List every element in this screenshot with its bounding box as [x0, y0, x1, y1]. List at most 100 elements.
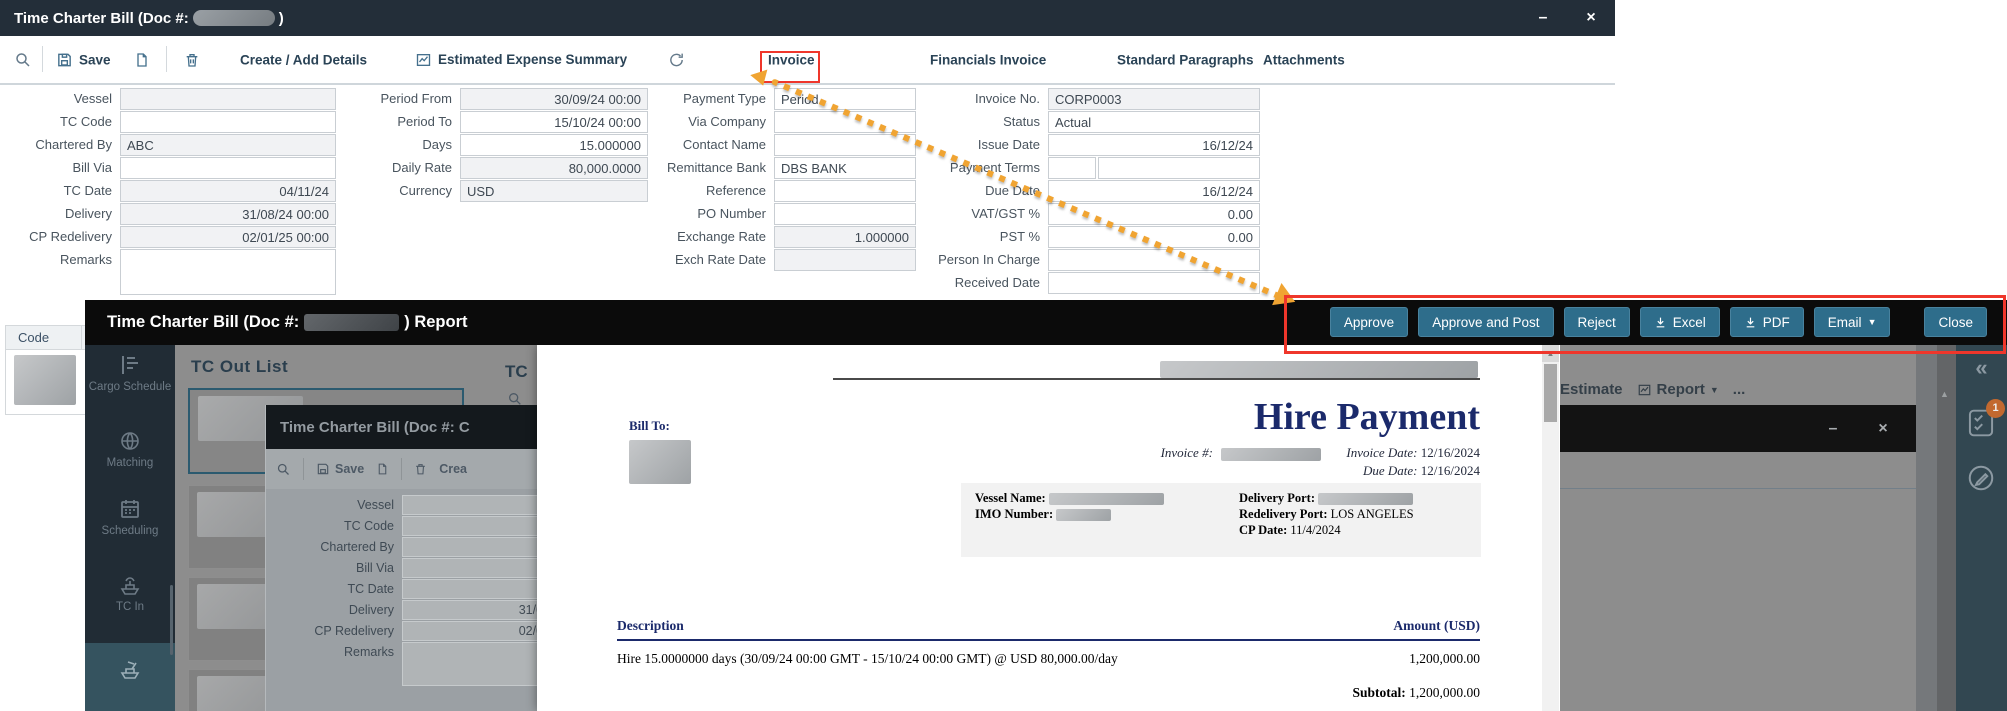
issue-date-field[interactable]: 16/12/24 [1048, 134, 1260, 156]
tab-invoice[interactable]: Invoice [768, 52, 815, 67]
inner-tc-code-field[interactable] [402, 516, 537, 536]
tab-estimate[interactable]: Estimate [1560, 381, 1623, 398]
inner-bill-via-label: Bill Via [266, 558, 402, 578]
remarks-label: Remarks [0, 249, 120, 295]
search-icon[interactable] [14, 51, 32, 69]
period-to-field[interactable]: 15/10/24 00:00 [460, 111, 648, 133]
line-items-header: Description Amount (USD) [617, 618, 1480, 634]
remarks-field[interactable] [120, 249, 336, 295]
refresh-icon[interactable] [668, 51, 685, 68]
sidebar-item-tc-in[interactable]: TC In [85, 573, 175, 614]
inner-create-label[interactable]: Crea [439, 462, 467, 476]
redacted-bill-to-address [629, 440, 691, 484]
minimize-button[interactable]: – [1528, 0, 1558, 36]
po-number-field[interactable] [774, 203, 916, 225]
close-button[interactable]: × [1576, 0, 1606, 36]
days-field[interactable]: 15.000000 [460, 134, 648, 156]
bill-via-field[interactable] [120, 157, 336, 179]
remittance-bank-field[interactable]: DBS BANK [774, 157, 916, 179]
search-icon[interactable] [276, 462, 291, 477]
inner-save-button[interactable]: Save [316, 462, 364, 476]
sidebar-item-scheduling[interactable]: Scheduling [85, 497, 175, 538]
background-scrollbar[interactable]: ▲ [1937, 345, 1956, 711]
inner-chartered-by-field[interactable] [402, 537, 537, 557]
email-dropdown-button[interactable]: Email ▼ [1814, 307, 1891, 337]
tab-financials-invoice[interactable]: Financials Invoice [930, 52, 1046, 67]
payment-terms-field-1[interactable] [1048, 157, 1096, 179]
exchange-rate-label: Exchange Rate [660, 226, 774, 248]
chartered-by-field[interactable]: ABC [120, 134, 336, 156]
close-button[interactable]: × [1868, 405, 1898, 452]
pdf-download-button[interactable]: PDF [1730, 307, 1804, 337]
new-document-icon[interactable] [134, 51, 150, 68]
inner-remarks-field[interactable] [402, 642, 537, 686]
exch-rate-date-label: Exch Rate Date [660, 249, 774, 271]
bill-via-label: Bill Via [0, 157, 120, 179]
vat-gst-field[interactable]: 0.00 [1048, 203, 1260, 225]
estimated-expense-summary-button[interactable]: Estimated Expense Summary [415, 52, 627, 68]
reject-button[interactable]: Reject [1564, 307, 1630, 337]
sidebar-item-tc-out[interactable] [85, 643, 175, 711]
via-company-field[interactable] [774, 111, 916, 133]
daily-rate-field[interactable]: 80,000.0000 [460, 157, 648, 179]
edit-circle-icon[interactable] [1966, 463, 1996, 493]
collapse-panel-icon[interactable]: « [1956, 355, 2007, 381]
payment-type-field[interactable]: Period [774, 88, 916, 110]
inner-chartered-by-label: Chartered By [266, 537, 402, 557]
delivery-field[interactable]: 31/08/24 00:00 [120, 203, 336, 225]
scroll-up-icon[interactable]: ▲ [1940, 389, 1949, 399]
cp-redelivery-field[interactable]: 02/01/25 00:00 [120, 226, 336, 248]
code-column-header[interactable]: Code [6, 326, 82, 349]
inner-vessel-field[interactable] [402, 495, 537, 515]
payment-terms-field-2[interactable] [1098, 157, 1260, 179]
vessel-field[interactable] [120, 88, 336, 110]
chevron-down-icon: ▼ [1868, 317, 1877, 327]
minimize-button[interactable]: – [1818, 405, 1848, 452]
tc-code-field[interactable] [120, 111, 336, 133]
inner-cp-redelivery-field[interactable]: 02/01 [402, 621, 537, 641]
due-date-field[interactable]: 16/12/24 [1048, 180, 1260, 202]
period-from-field[interactable]: 30/09/24 00:00 [460, 88, 648, 110]
pdf-label: PDF [1763, 315, 1790, 330]
report-dropdown[interactable]: Report ▼ [1637, 381, 1719, 398]
create-add-details-button[interactable]: Create / Add Details [240, 52, 367, 67]
tc-date-field[interactable]: 04/11/24 [120, 180, 336, 202]
status-field[interactable]: Actual [1048, 111, 1260, 133]
close-report-button[interactable]: Close [1924, 307, 1987, 337]
more-button[interactable]: ... [1733, 381, 1746, 398]
form-column-1: Vessel TC Code Chartered ByABC Bill Via … [0, 88, 336, 296]
person-in-charge-field[interactable] [1048, 249, 1260, 271]
delete-icon[interactable] [184, 51, 200, 68]
sidebar-item-matching[interactable]: Matching [85, 429, 175, 470]
dimmed-background-left: Cargo Schedule Matching Scheduling TC In [85, 345, 537, 711]
scrollbar-thumb[interactable] [1544, 364, 1557, 422]
approve-button[interactable]: Approve [1330, 307, 1408, 337]
background-window-titlebar: – × [1560, 405, 1916, 452]
exchange-rate-field[interactable]: 1.000000 [774, 226, 916, 248]
approve-and-post-button[interactable]: Approve and Post [1418, 307, 1553, 337]
new-document-icon[interactable] [376, 462, 389, 476]
sidebar-label: TC In [116, 601, 144, 613]
inner-delivery-field[interactable]: 31/08 [402, 600, 537, 620]
cp-redelivery-label: CP Redelivery [0, 226, 120, 248]
divider [1560, 488, 1916, 489]
excel-download-button[interactable]: Excel [1640, 307, 1720, 337]
invoice-no-field[interactable]: CORP0003 [1048, 88, 1260, 110]
inner-tc-date-field[interactable] [402, 579, 537, 599]
inner-bill-via-field[interactable] [402, 558, 537, 578]
tab-standard-paragraphs[interactable]: Standard Paragraphs [1117, 52, 1254, 67]
delete-icon[interactable] [414, 462, 427, 476]
inner-time-charter-bill-dialog: Time Charter Bill (Doc #: C Save Crea Ve… [265, 405, 537, 711]
contact-name-field[interactable] [774, 134, 916, 156]
pst-field[interactable]: 0.00 [1048, 226, 1260, 248]
tab-attachments[interactable]: Attachments [1263, 52, 1345, 67]
save-button[interactable]: Save [56, 51, 111, 68]
received-date-field[interactable] [1048, 272, 1260, 294]
exch-rate-date-field[interactable] [774, 249, 916, 271]
document-scrollbar[interactable]: ▲ [1542, 345, 1559, 711]
currency-field[interactable]: USD [460, 180, 648, 202]
sidebar-scrollbar[interactable] [170, 585, 173, 655]
sidebar-item-cargo-schedule[interactable]: Cargo Schedule [85, 353, 175, 394]
reference-field[interactable] [774, 180, 916, 202]
scroll-up-icon[interactable]: ▲ [1542, 345, 1559, 362]
